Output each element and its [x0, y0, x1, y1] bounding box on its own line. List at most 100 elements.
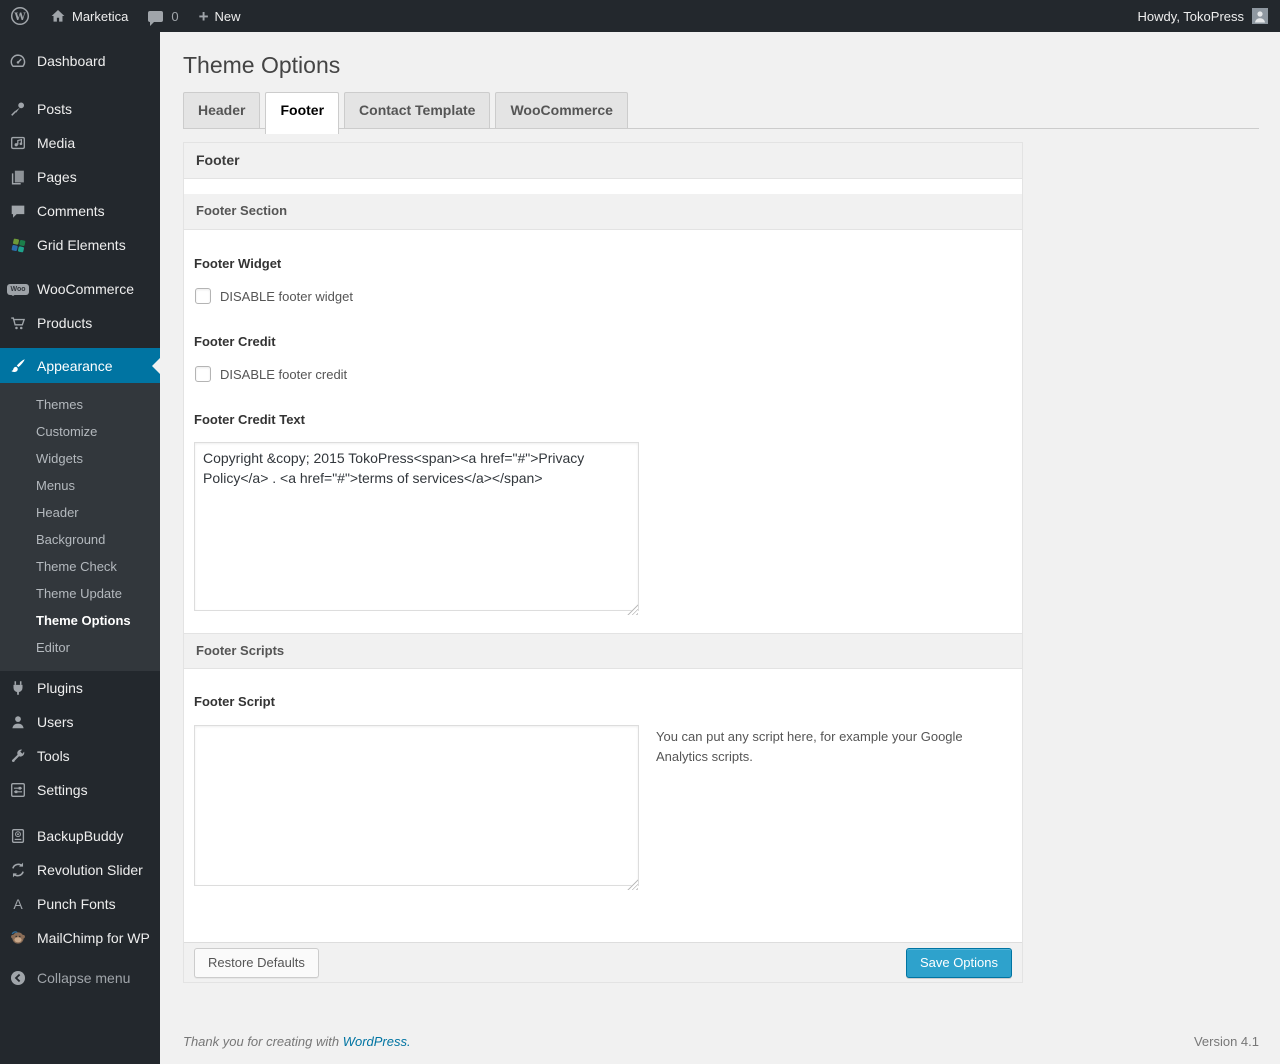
new-button[interactable]: + New [189, 0, 251, 32]
submenu-item-themes[interactable]: Themes [0, 391, 160, 418]
submenu-item-customize[interactable]: Customize [0, 418, 160, 445]
media-icon [8, 133, 28, 153]
panel-action-bar: Restore Defaults Save Options [184, 942, 1022, 982]
sidebar-item-label: Revolution Slider [37, 862, 143, 878]
restore-defaults-button[interactable]: Restore Defaults [194, 947, 319, 978]
sidebar-item-label: BackupBuddy [37, 828, 124, 844]
menu-separator [0, 262, 160, 272]
wordpress-logo-icon: W [10, 6, 30, 26]
footer-credit-text-input[interactable]: Copyright &copy; 2015 TokoPress<span><a … [194, 442, 639, 611]
main-content: Theme Options Header Footer Contact Temp… [160, 32, 1280, 1064]
sidebar-item-label: Posts [37, 101, 73, 117]
appearance-submenu: Themes Customize Widgets Menus Header Ba… [0, 383, 160, 671]
sidebar-item-pages[interactable]: Pages [0, 160, 160, 194]
sidebar-item-punch-fonts[interactable]: A Punch Fonts [0, 887, 160, 921]
sidebar-item-label: Pages [37, 169, 77, 185]
sidebar-item-media[interactable]: Media [0, 126, 160, 160]
letter-a-glyph: A [13, 896, 23, 912]
footer-widget-checkbox[interactable] [195, 288, 211, 304]
cart-icon [8, 313, 28, 333]
sidebar-item-tools[interactable]: Tools [0, 739, 160, 773]
sidebar-item-label: WooCommerce [37, 281, 134, 297]
sidebar-item-settings[interactable]: Settings [0, 773, 160, 807]
site-name-label: Marketica [72, 8, 129, 24]
sidebar-item-backupbuddy[interactable]: BackupBuddy [0, 819, 160, 853]
tab-header[interactable]: Header [183, 92, 261, 128]
new-label: New [214, 8, 241, 24]
footer-thanks-text: Thank you for creating with WordPress. [183, 1034, 411, 1049]
mailchimp-monkey-icon [8, 928, 28, 948]
wordpress-link[interactable]: WordPress. [343, 1034, 411, 1049]
backup-drive-icon [8, 826, 28, 846]
sidebar-item-products[interactable]: Products [0, 306, 160, 340]
home-icon [50, 8, 66, 24]
sidebar-item-revolution-slider[interactable]: Revolution Slider [0, 853, 160, 887]
comments-count: 0 [171, 8, 179, 24]
wordpress-logo-button[interactable]: W [0, 0, 40, 32]
pushpin-icon [8, 99, 28, 119]
svg-text:W: W [13, 12, 26, 23]
tab-footer[interactable]: Footer [265, 92, 340, 134]
woo-badge-text: Woo [7, 283, 29, 296]
submenu-item-editor[interactable]: Editor [0, 634, 160, 661]
sidebar-item-grid-elements[interactable]: Grid Elements [0, 228, 160, 262]
sidebar-item-label: Media [37, 135, 76, 151]
account-menu[interactable]: Howdy, TokoPress [1128, 8, 1268, 24]
comments-icon [8, 201, 28, 221]
tab-woocommerce[interactable]: WooCommerce [495, 92, 628, 128]
sidebar-item-label: Appearance [37, 357, 113, 374]
footer-scripts-section-body: Footer Script You can put any script her… [184, 669, 1022, 942]
sidebar-item-label: Collapse menu [37, 970, 131, 986]
sidebar-item-plugins[interactable]: Plugins [0, 671, 160, 705]
footer-box-body-empty [184, 179, 1022, 194]
footer-credit-checkbox[interactable] [195, 366, 211, 382]
sidebar-item-comments[interactable]: Comments [0, 194, 160, 228]
footer-version-text: Version 4.1 [1193, 1034, 1259, 1049]
howdy-text: Howdy, TokoPress [1137, 8, 1244, 24]
comments-link[interactable]: 0 [138, 0, 188, 32]
submenu-item-theme-options[interactable]: Theme Options [0, 607, 160, 634]
menu-separator [0, 340, 160, 348]
footer-widget-checkbox-label: DISABLE footer widget [220, 288, 353, 304]
settings-icon [8, 780, 28, 800]
sidebar-item-label: MailChimp for WP [37, 930, 150, 946]
site-name-link[interactable]: Marketica [40, 0, 138, 32]
submenu-item-widgets[interactable]: Widgets [0, 445, 160, 472]
submenu-item-theme-check[interactable]: Theme Check [0, 553, 160, 580]
footer-section-title: Footer Section [184, 194, 1022, 230]
sidebar-item-label: Grid Elements [37, 237, 126, 253]
footer-script-input[interactable] [194, 725, 639, 886]
tab-bar: Header Footer Contact Template WooCommer… [183, 92, 1259, 134]
collapse-menu-button[interactable]: Collapse menu [0, 961, 160, 995]
sidebar-item-users[interactable]: Users [0, 705, 160, 739]
plus-icon: + [198, 6, 209, 26]
avatar [1252, 8, 1268, 24]
tab-contact-template[interactable]: Contact Template [344, 92, 491, 128]
sidebar-item-label: Tools [37, 748, 70, 764]
submenu-item-background[interactable]: Background [0, 526, 160, 553]
sidebar-item-label: Dashboard [37, 53, 106, 69]
comment-bubble-icon [148, 10, 164, 26]
footer-credit-checkbox-label: DISABLE footer credit [220, 366, 348, 382]
sidebar-item-posts[interactable]: Posts [0, 92, 160, 126]
grid-elements-icon [8, 235, 28, 255]
footer-script-label: Footer Script [194, 694, 275, 709]
wrench-icon [8, 746, 28, 766]
sidebar-item-label: Settings [37, 782, 88, 798]
sidebar-item-dashboard[interactable]: Dashboard [0, 44, 160, 78]
sidebar-item-label: Comments [37, 203, 105, 219]
submenu-item-menus[interactable]: Menus [0, 472, 160, 499]
submenu-item-header[interactable]: Header [0, 499, 160, 526]
footer-script-help-text: You can put any script here, for example… [656, 729, 963, 765]
submenu-item-theme-update[interactable]: Theme Update [0, 580, 160, 607]
footer-section-body: Footer Widget DISABLE footer widget Foot… [184, 230, 1022, 633]
sidebar-item-appearance[interactable]: Appearance [0, 348, 160, 383]
sidebar-item-label: Plugins [37, 680, 83, 696]
admin-bar: W Marketica 0 + New Howdy, TokoPress [0, 0, 1280, 32]
footer-credit-label: Footer Credit [194, 334, 276, 349]
menu-separator [0, 807, 160, 819]
footer-widget-label: Footer Widget [194, 256, 282, 271]
sidebar-item-mailchimp[interactable]: MailChimp for WP [0, 921, 160, 955]
save-options-button[interactable]: Save Options [905, 947, 1012, 978]
sidebar-item-woocommerce[interactable]: Woo WooCommerce [0, 272, 160, 306]
